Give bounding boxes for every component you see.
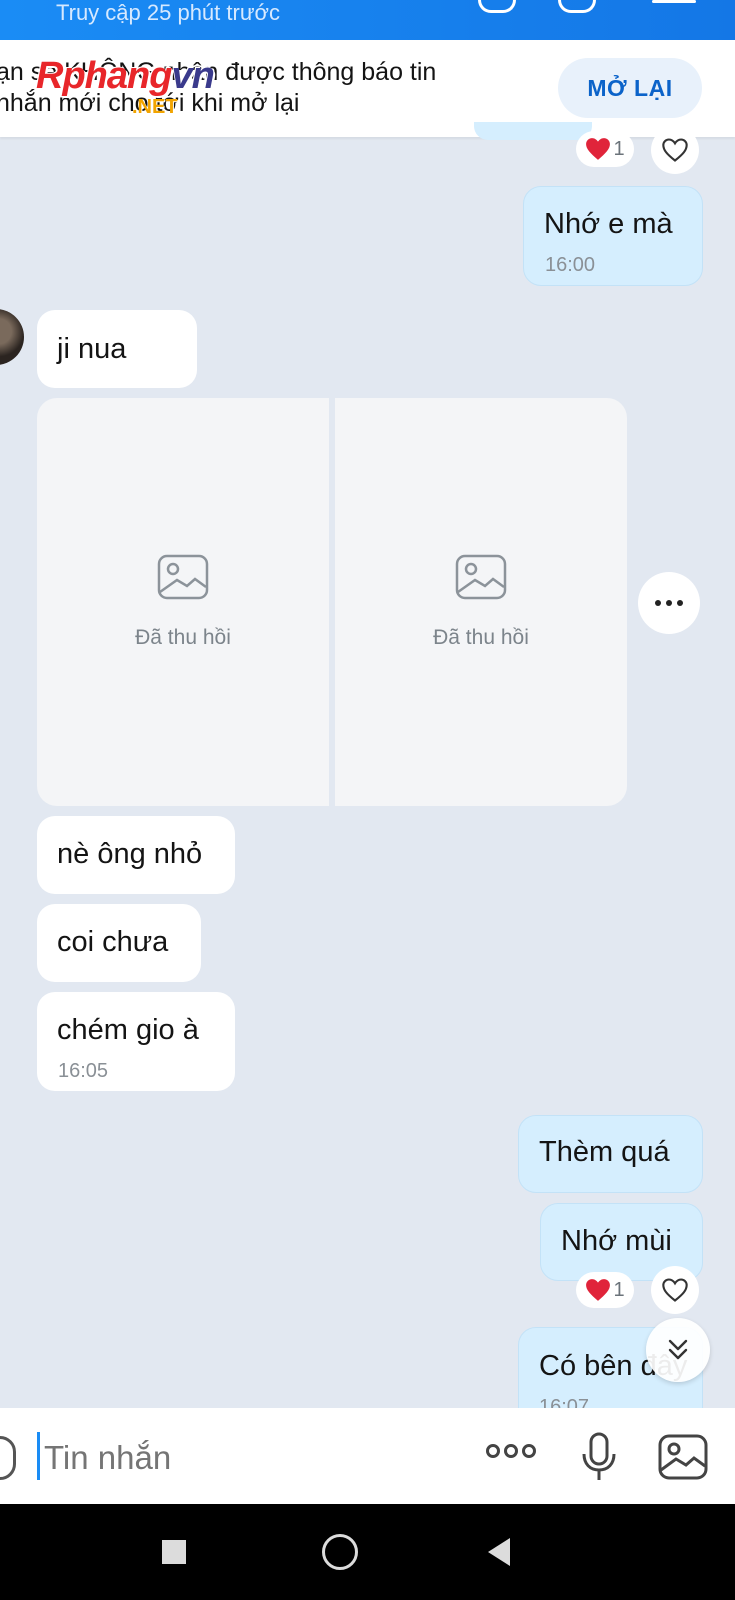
message-text: Thèm quá (539, 1136, 670, 1168)
reaction-badge[interactable]: 1 (576, 1272, 634, 1308)
incoming-message[interactable]: nè ông nhỏ (37, 816, 235, 894)
menu-icon[interactable] (652, 0, 696, 8)
banner-line-1: ạn sẽ KHÔNG nhận được thông báo tin (0, 58, 437, 86)
banner-message: ạn sẽ KHÔNG nhận được thông báo tin nhắn… (0, 57, 516, 119)
image-placeholder-icon (157, 554, 209, 600)
contact-avatar[interactable] (0, 309, 24, 365)
recalled-photo[interactable]: Đã thu hồi (335, 398, 627, 806)
heart-icon (586, 1279, 611, 1301)
outgoing-message[interactable]: Nhớ e mà 16:00 (523, 186, 703, 286)
message-text: nè ông nhỏ (57, 838, 203, 870)
heart-outline-icon (662, 1278, 688, 1302)
image-picker-button[interactable] (658, 1434, 708, 1485)
more-dots-icon (655, 600, 661, 606)
message-time: 16:00 (545, 254, 596, 276)
message-text: coi chưa (57, 926, 169, 958)
message-text: ji nua (57, 333, 127, 365)
message-input[interactable] (42, 1434, 446, 1482)
recalled-photo[interactable]: Đã thu hồi (37, 398, 329, 806)
recalled-label: Đã thu hồi (135, 626, 231, 649)
message-text: chém gio à (57, 1014, 199, 1046)
reaction-badge[interactable]: 1 (576, 131, 634, 167)
react-heart-button[interactable] (651, 126, 699, 174)
microphone-icon (582, 1432, 616, 1480)
reaction-count: 1 (613, 137, 625, 160)
system-navigation-bar (0, 1504, 735, 1600)
message-text: Nhớ mùi (561, 1225, 672, 1257)
recents-button[interactable] (162, 1540, 186, 1564)
back-button[interactable] (488, 1538, 510, 1566)
incoming-message[interactable]: coi chưa (37, 904, 201, 982)
outgoing-message[interactable]: Thèm quá (518, 1115, 703, 1193)
heart-outline-icon (662, 138, 688, 162)
partial-message-bubble[interactable] (474, 122, 592, 140)
incoming-message[interactable]: ji nua (37, 310, 197, 388)
message-options-button[interactable] (638, 572, 700, 634)
react-heart-button[interactable] (651, 1266, 699, 1314)
reaction-count: 1 (613, 1278, 625, 1301)
message-time: 16:05 (58, 1060, 109, 1082)
incoming-message[interactable]: chém gio à 16:05 (37, 992, 235, 1091)
home-button[interactable] (322, 1534, 358, 1570)
recalled-photo-group[interactable]: Đã thu hồi Đã thu hồi (37, 398, 627, 806)
heart-icon (586, 138, 611, 160)
banner-line-2: nhắn mới cho tới khi mở lại (0, 89, 300, 117)
text-caret (37, 1432, 40, 1480)
message-text: Nhớ e mà (544, 208, 673, 240)
image-icon (658, 1434, 708, 1480)
image-placeholder-icon (455, 554, 507, 600)
microphone-button[interactable] (580, 1432, 618, 1487)
double-chevron-down-icon (668, 1339, 688, 1360)
more-options-icon[interactable] (486, 1444, 536, 1458)
scroll-to-bottom-button[interactable] (646, 1318, 710, 1382)
recalled-label: Đã thu hồi (433, 626, 529, 649)
reopen-button[interactable]: MỞ LẠI (558, 58, 702, 118)
last-seen-status: Truy cập 25 phút trước (56, 0, 280, 25)
